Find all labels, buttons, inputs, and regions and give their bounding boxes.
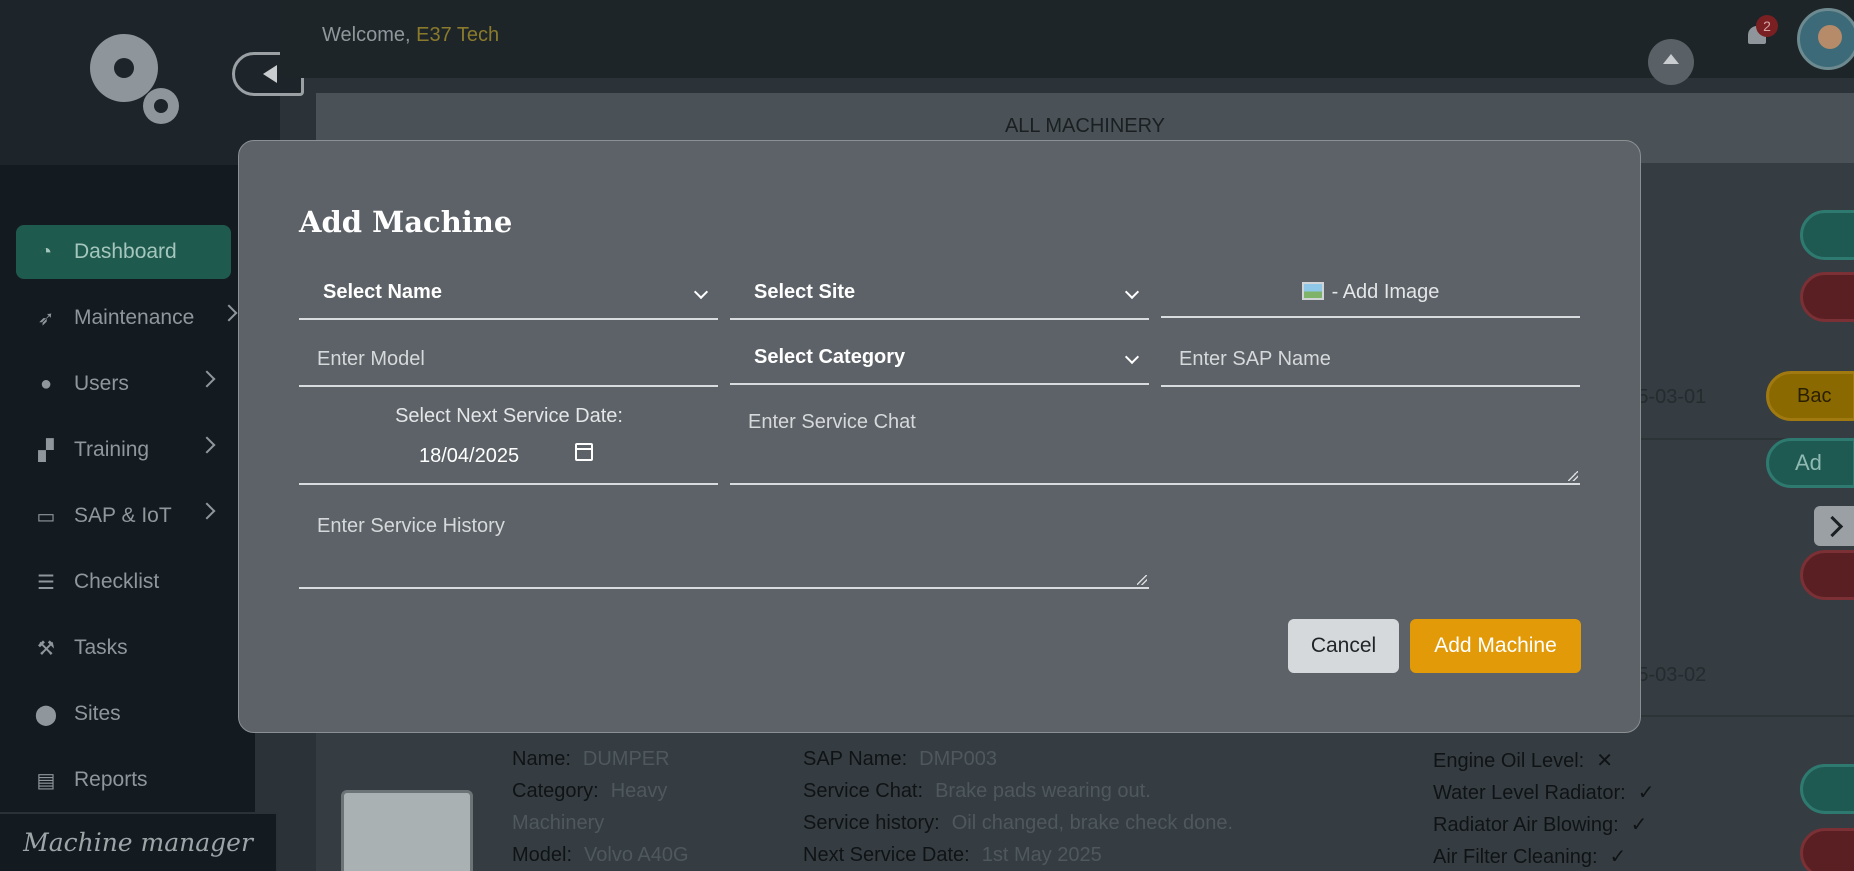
service-chat-placeholder: Enter Service Chat: [748, 411, 916, 433]
scroll-up-button[interactable]: [1648, 39, 1694, 85]
sidebar-item-label: Maintenance: [74, 306, 195, 329]
sidebar-item-checklist[interactable]: ☰ Checklist: [16, 555, 231, 609]
rocket-icon: ➶: [37, 307, 55, 330]
image-icon: [1301, 282, 1324, 300]
sidebar-nav: ◔ Dashboard ➶ Maintenance ● Users ▞ Trai…: [16, 225, 238, 819]
check-item: Air Filter Cleaning: ✓: [1433, 846, 1627, 868]
sidebar-item-sap-iot[interactable]: ▭ SAP & IoT: [16, 489, 231, 543]
cancel-button[interactable]: Cancel: [1288, 619, 1399, 673]
card-icon: ▭: [36, 505, 56, 528]
carousel-next-button[interactable]: [1814, 506, 1854, 546]
chevron-right-icon: [198, 436, 216, 454]
check-item: Radiator Air Blowing: ✓: [1433, 814, 1648, 836]
machine-name: Name: DUMPER: [512, 748, 670, 770]
avatar[interactable]: [1797, 8, 1854, 70]
model-input[interactable]: Enter Model: [299, 334, 718, 387]
service-chat-input[interactable]: Enter Service Chat: [730, 397, 1580, 485]
sidebar-item-tasks[interactable]: ⚒ Tasks: [16, 621, 231, 675]
machinery-title: ALL MACHINERY: [1004, 115, 1166, 137]
machine-next-service: Next Service Date: 1st May 2025: [803, 844, 1102, 866]
category-select-value: Select Category: [754, 346, 906, 368]
users-icon: ●: [39, 372, 53, 395]
add-machine-button[interactable]: Add Machine: [1410, 619, 1581, 673]
date-label: Select Next Service Date:: [395, 405, 623, 427]
dashboard-icon: ◔: [39, 240, 53, 263]
add-machine-modal: Add Machine Select Name Select Site - Ad…: [238, 140, 1641, 733]
delete-button[interactable]: [1800, 272, 1854, 322]
add-image-button[interactable]: - Add Image: [1161, 267, 1580, 318]
gear-small-icon: [143, 88, 179, 124]
add-label: Ad: [1795, 450, 1822, 475]
machine-chat: Service Chat: Brake pads wearing out.: [803, 780, 1151, 802]
check-item: Water Level Radiator: ✓: [1433, 782, 1655, 804]
brand-footer: Machine manager: [0, 812, 278, 871]
service-history-input[interactable]: Enter Service History: [299, 501, 1149, 589]
checklist-icon: ☰: [37, 571, 55, 594]
sidebar-item-sites[interactable]: ⬤ Sites: [16, 687, 231, 741]
user-name: E37 Tech: [416, 24, 500, 46]
name-select[interactable]: Select Name: [299, 269, 718, 320]
sidebar-item-label: Sites: [74, 702, 121, 725]
back-label: Bac: [1797, 385, 1832, 407]
sidebar-item-label: Users: [74, 372, 129, 395]
welcome-text: Welcome, E37 Tech: [322, 24, 499, 47]
machine-history: Service history: Oil changed, brake check…: [803, 812, 1234, 834]
sidebar-item-label: Checklist: [74, 570, 160, 593]
sidebar-item-label: Tasks: [74, 636, 128, 659]
machine-model: Model: Volvo A40G: [512, 844, 689, 866]
service-history-placeholder: Enter Service History: [317, 515, 505, 537]
chevron-right-icon: [198, 370, 216, 388]
settings-button[interactable]: [1800, 210, 1854, 260]
sidebar-item-training[interactable]: ▞ Training: [16, 423, 231, 477]
sidebar-item-label: Reports: [74, 768, 148, 791]
chevron-right-icon: [198, 502, 216, 520]
top-header: [280, 0, 1854, 78]
sidebar-item-maintenance[interactable]: ➶ Maintenance: [16, 291, 238, 345]
resize-handle-icon[interactable]: [1137, 575, 1147, 585]
settings-button[interactable]: [1800, 764, 1854, 814]
welcome-prefix: Welcome,: [322, 24, 411, 46]
location-pin-icon: ⬤: [34, 703, 58, 726]
chevron-down-icon: [1124, 284, 1140, 300]
check-item: Engine Oil Level: ✕: [1433, 750, 1613, 772]
document-icon: ▤: [36, 769, 56, 792]
name-select-value: Select Name: [323, 281, 442, 303]
chevron-down-icon: [1124, 349, 1140, 365]
sidebar-item-dashboard[interactable]: ◔ Dashboard: [16, 225, 231, 279]
chevron-down-icon: [693, 284, 709, 300]
machine-sap: SAP Name: DMP003: [803, 748, 997, 770]
site-select[interactable]: Select Site: [730, 269, 1149, 320]
site-select-value: Select Site: [754, 281, 856, 303]
sidebar-item-label: Training: [74, 438, 150, 461]
sidebar-item-label: Dashboard: [74, 240, 177, 263]
date-value[interactable]: 18/04/2025: [419, 445, 519, 468]
delete-button[interactable]: [1800, 828, 1854, 871]
sap-name-input[interactable]: Enter SAP Name: [1161, 334, 1580, 387]
delete-button[interactable]: [1800, 550, 1854, 600]
modal-title: Add Machine: [299, 205, 513, 239]
add-button[interactable]: Ad: [1766, 438, 1854, 488]
calendar-icon[interactable]: [575, 443, 593, 461]
sidebar-item-reports[interactable]: ▤ Reports: [16, 753, 231, 807]
add-image-label: - Add Image: [1331, 281, 1440, 303]
notification-badge: 2: [1756, 15, 1778, 37]
sidebar-item-label: SAP & IoT: [74, 504, 172, 527]
sidebar-item-users[interactable]: ● Users: [16, 357, 231, 411]
training-icon: ▞: [38, 439, 54, 462]
next-service-date-field[interactable]: Select Next Service Date: 18/04/2025: [299, 397, 718, 485]
resize-handle-icon[interactable]: [1568, 471, 1578, 481]
tasks-icon: ⚒: [37, 637, 55, 660]
back-button[interactable]: Bac: [1766, 371, 1854, 421]
category-select[interactable]: Select Category: [730, 334, 1149, 385]
machine-thumbnail: [341, 790, 473, 871]
machine-category-cont: Machinery: [512, 812, 605, 834]
machine-category: Category: Heavy: [512, 780, 668, 802]
